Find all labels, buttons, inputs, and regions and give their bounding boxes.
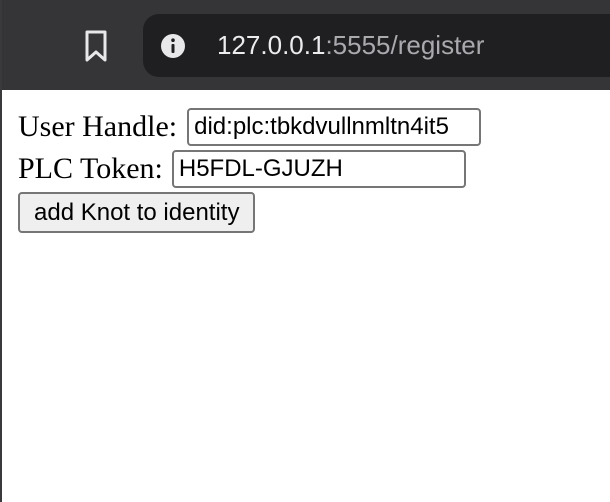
browser-toolbar: 127.0.0.1:5555/register bbox=[0, 0, 610, 90]
token-label: PLC Token: bbox=[18, 152, 163, 185]
add-knot-button[interactable]: add Knot to identity bbox=[18, 192, 256, 233]
url-host: 127.0.0.1 bbox=[217, 30, 326, 60]
register-form: User Handle: PLC Token: add Knot to iden… bbox=[18, 108, 608, 233]
bookmark-icon bbox=[85, 30, 107, 62]
browser-window: 127.0.0.1:5555/register User Handle: PLC… bbox=[0, 0, 610, 502]
window-edge bbox=[0, 0, 2, 502]
token-input[interactable] bbox=[171, 150, 466, 188]
address-bar[interactable]: 127.0.0.1:5555/register bbox=[143, 14, 610, 77]
url-path: :5555/register bbox=[325, 30, 485, 60]
handle-row: User Handle: bbox=[18, 108, 608, 146]
handle-label: User Handle: bbox=[18, 110, 178, 143]
bookmark-button[interactable] bbox=[79, 27, 113, 65]
handle-input[interactable] bbox=[187, 108, 482, 146]
info-icon[interactable] bbox=[160, 33, 186, 59]
url-text[interactable]: 127.0.0.1:5555/register bbox=[217, 28, 484, 62]
token-row: PLC Token: bbox=[18, 150, 608, 188]
